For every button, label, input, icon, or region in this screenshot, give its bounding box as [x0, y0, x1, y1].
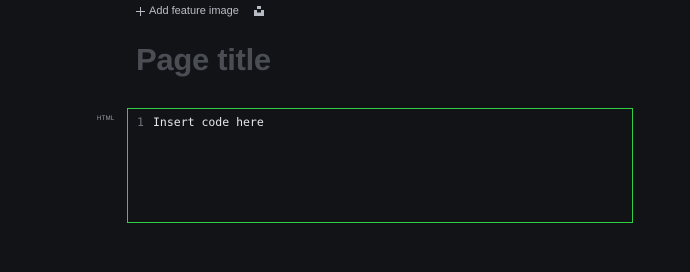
- plus-icon: [136, 6, 145, 16]
- editor-page: Add feature image Page title HTML 1 Inse…: [0, 0, 690, 272]
- html-code-editor[interactable]: 1 Insert code here: [127, 108, 633, 223]
- code-line: 1 Insert code here: [137, 115, 264, 129]
- page-title-input[interactable]: Page title: [136, 38, 271, 82]
- add-feature-image-button[interactable]: Add feature image: [136, 5, 239, 17]
- unsplash-icon[interactable]: [253, 6, 264, 16]
- line-number: 1: [137, 115, 144, 129]
- code-placeholder: Insert code here: [153, 115, 264, 129]
- html-card-label: HTML: [97, 116, 115, 122]
- add-feature-image-label: Add feature image: [149, 5, 239, 17]
- feature-image-toolbar: Add feature image: [136, 3, 264, 19]
